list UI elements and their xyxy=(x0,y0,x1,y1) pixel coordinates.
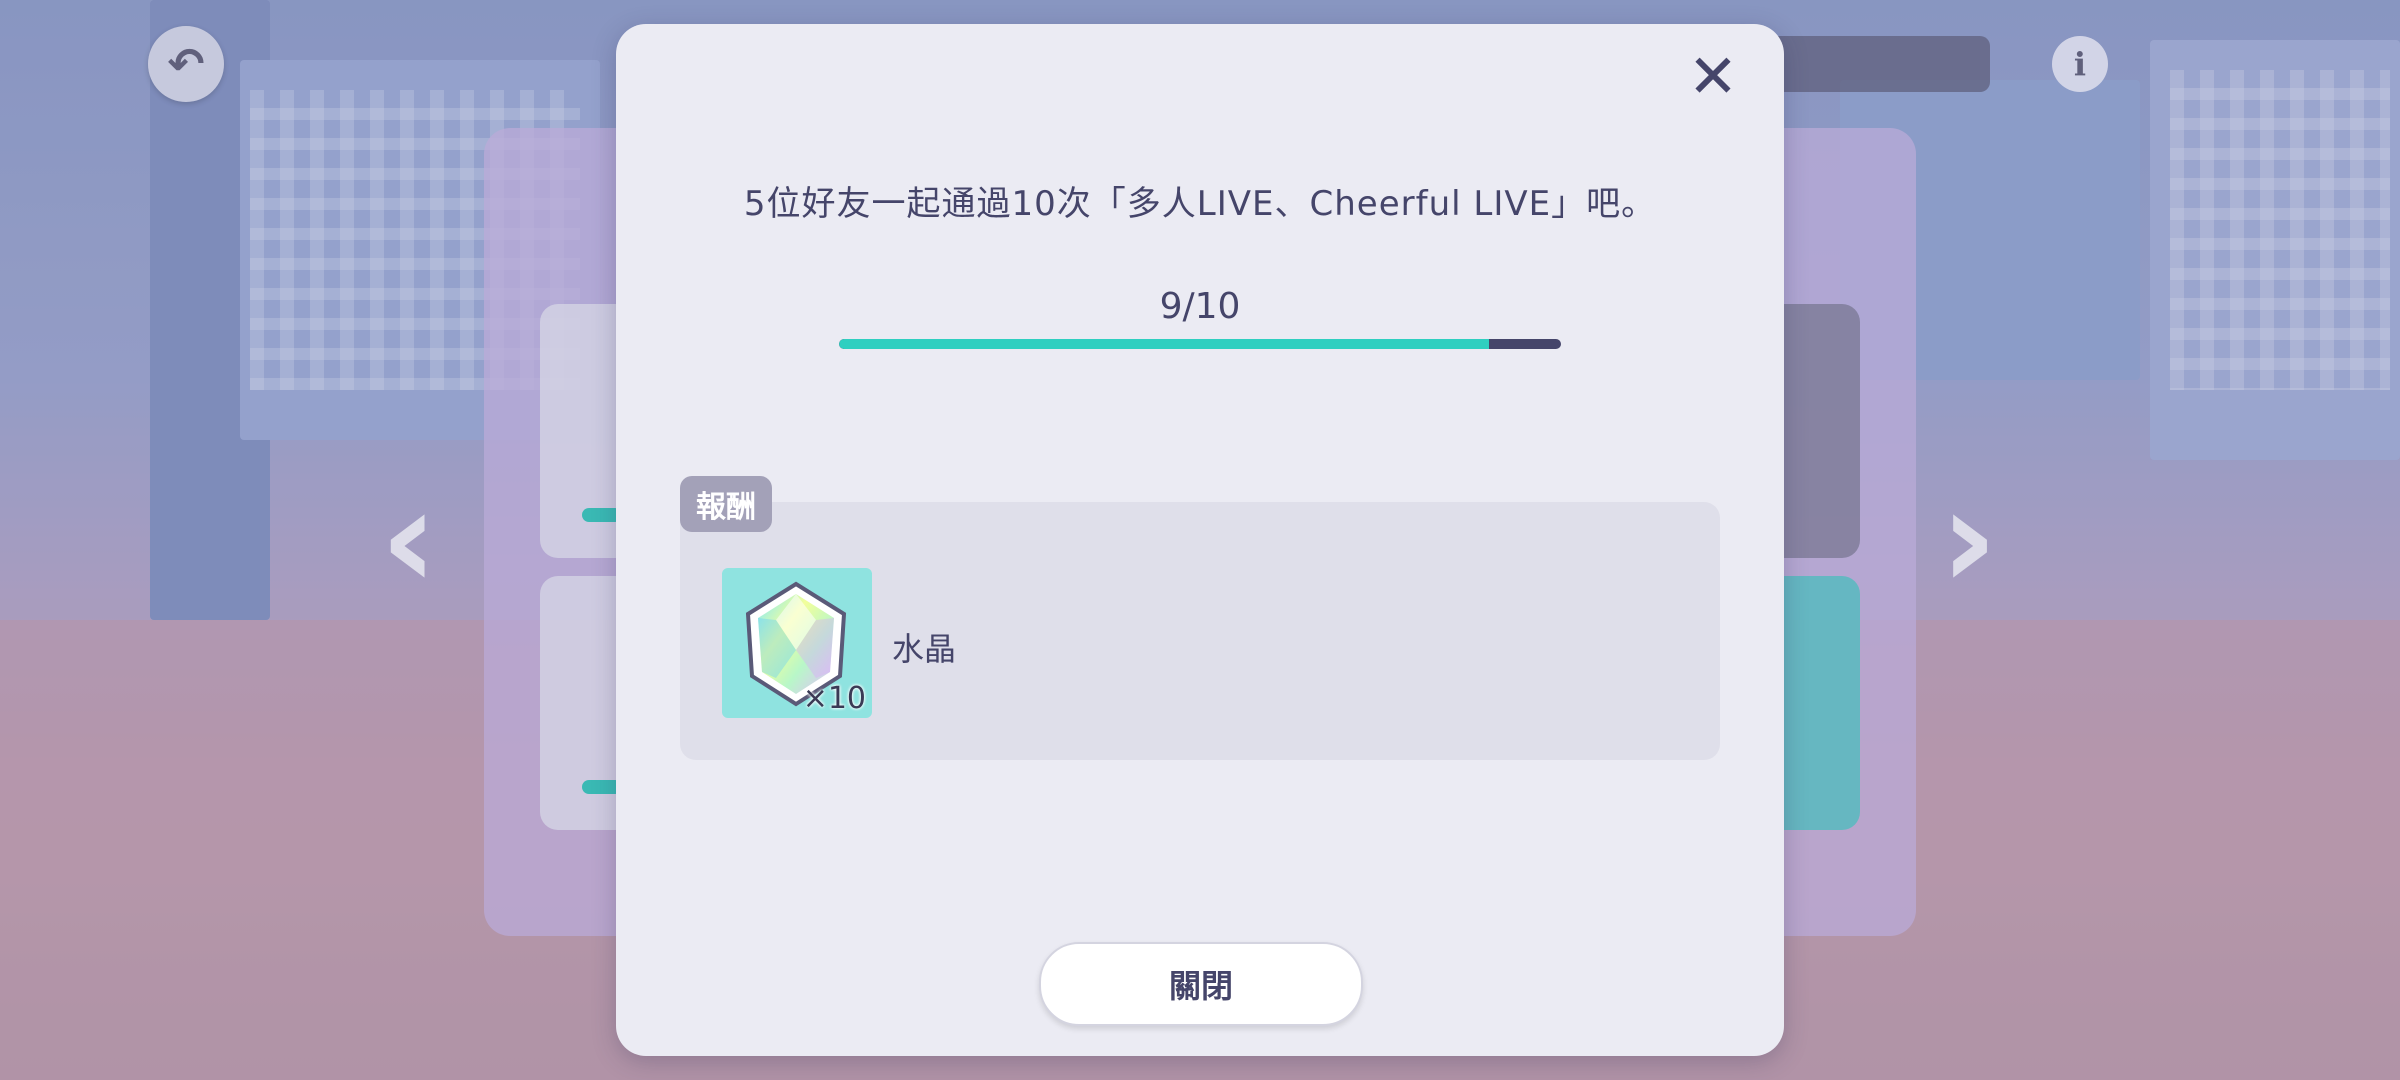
mission-detail-modal: ✕ 5位好友一起通過10次「多人LIVE、Cheerful LIVE」吧。 9/… xyxy=(616,24,1784,1056)
close-button[interactable]: 關閉 xyxy=(1039,942,1363,1026)
progress-bar xyxy=(839,339,1561,349)
reward-item-name: 水晶 xyxy=(892,630,957,668)
reward-item-tile[interactable]: ×10 xyxy=(722,568,872,718)
close-icon: ✕ xyxy=(1687,42,1739,112)
close-icon-button[interactable]: ✕ xyxy=(1678,42,1748,112)
progress-bar-fill xyxy=(839,339,1489,349)
reward-tag: 報酬 xyxy=(680,476,772,532)
mission-description: 5位好友一起通過10次「多人LIVE、Cheerful LIVE」吧。 xyxy=(743,184,1657,224)
progress-count: 9/10 xyxy=(1159,286,1241,327)
reward-box: ×10 水晶 xyxy=(680,502,1720,760)
reward-quantity: ×10 xyxy=(802,681,866,716)
